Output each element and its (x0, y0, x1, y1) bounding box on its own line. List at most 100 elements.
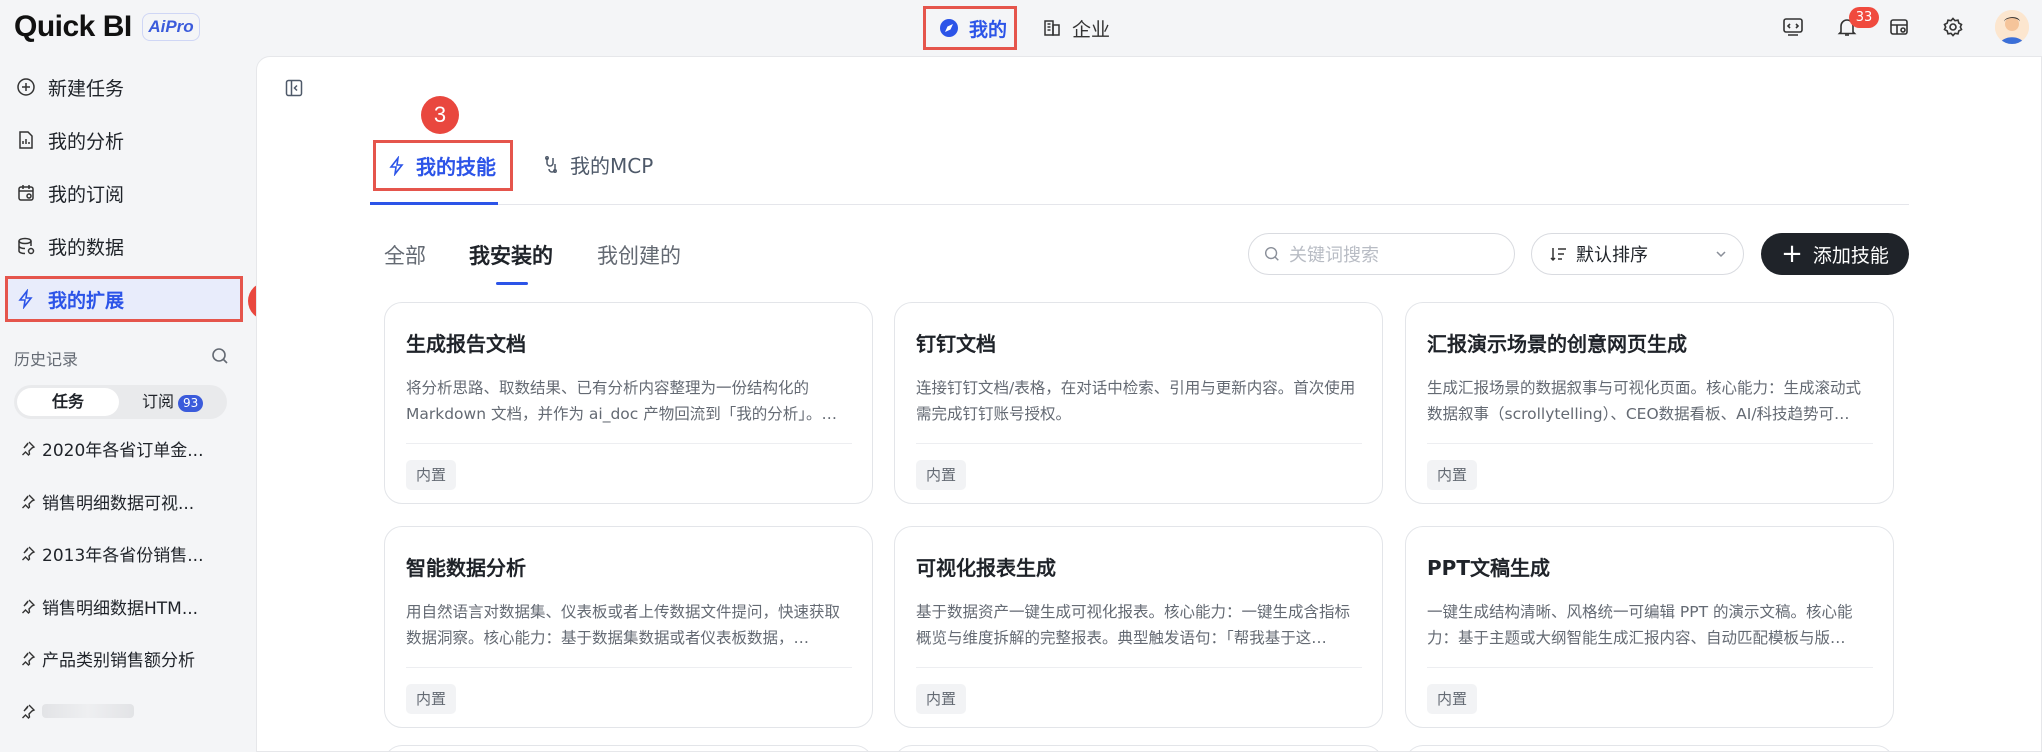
history-item-label: 产品类别销售额分析 (42, 650, 195, 671)
dashboard-settings-icon[interactable] (1885, 13, 1913, 41)
top-bar: Quick BI AiPro 我的 企业 33 (0, 0, 2042, 56)
card-divider (916, 443, 1362, 444)
sidebar-item-label: 我的扩展 (48, 289, 125, 312)
skill-card[interactable]: 生成报告文档 将分析思路、取数结果、已有分析内容整理为一份结构化的 Markdo… (384, 302, 873, 504)
compass-icon (940, 19, 958, 37)
history-title: 历史记录 (14, 350, 79, 369)
lightning-icon (389, 155, 404, 176)
sidebar-item-new-task[interactable]: 新建任务 (10, 65, 242, 109)
add-skill-button[interactable]: + 添加技能 (1761, 233, 1909, 275)
lightning-icon (18, 289, 33, 309)
skill-card[interactable]: 可视化报表生成 基于数据资产一键生成可视化报表。核心能力：一键生成含指标概览与维… (894, 526, 1383, 728)
pin-icon (22, 441, 36, 456)
builtin-tag: 内置 (916, 460, 967, 490)
card-divider (406, 667, 852, 668)
history-item-label: 2020年各省订单金... (42, 440, 204, 461)
tab-my-mcp[interactable]: 我的MCP (542, 150, 653, 179)
sidebar-item-my-data[interactable]: 我的数据 (10, 224, 242, 268)
card-divider (1427, 667, 1873, 668)
skill-card-title: 钉钉文档 (916, 332, 996, 356)
skill-card-description: 基于数据资产一键生成可视化报表。核心能力：一键生成含指标概览与维度拆解的完整报表… (916, 603, 1351, 647)
add-skill-label: 添加技能 (1812, 244, 1889, 267)
skill-card-description: 连接钉钉文档/表格，在对话中检索、引用与更新内容。首次使用需完成钉钉账号授权。 (916, 379, 1356, 423)
pin-icon (22, 651, 36, 666)
skill-card-description: 将分析思路、取数结果、已有分析内容整理为一份结构化的 Markdown 文档，并… (406, 379, 837, 423)
skill-card[interactable]: PPT文稿生成 一键生成结构清晰、风格统一可编辑 PPT 的演示文稿。核心能力：… (1405, 526, 1894, 728)
search-icon[interactable] (210, 346, 230, 366)
sort-list-icon (1550, 248, 1566, 262)
pin-icon (22, 546, 36, 561)
plus-circle-icon (17, 78, 35, 96)
search-icon (1264, 246, 1279, 261)
skill-card-partial[interactable] (1405, 745, 1894, 752)
skill-card[interactable]: 智能数据分析 用自然语言对数据集、仪表板或者上传数据文件提问，快速获取数据洞察。… (384, 526, 873, 728)
builtin-tag: 内置 (406, 684, 457, 714)
skill-card-title: 可视化报表生成 (916, 556, 1056, 580)
sidebar: 新建任务 我的分析 我的订阅 我的数据 我的扩展 历史记录 任务 订阅 93 20… (0, 56, 256, 752)
pin-icon (22, 599, 36, 614)
skill-card[interactable]: 汇报演示场景的创意网页生成 生成汇报场景的数据叙事与可视化页面。核心能力：生成滚… (1405, 302, 1894, 504)
tab-my-skills-label: 我的技能 (416, 155, 496, 179)
sidebar-item-my-extensions[interactable]: 我的扩展 (5, 276, 243, 322)
chevron-down-icon (1716, 251, 1726, 258)
subtab-all[interactable]: 全部 (384, 240, 426, 270)
sidebar-item-label: 我的订阅 (48, 183, 125, 206)
pin-icon (22, 494, 36, 509)
pin-icon (22, 704, 36, 719)
segment-subscriptions-label: 订阅 (142, 392, 175, 411)
segment-subscriptions[interactable]: 订阅 93 (142, 388, 204, 416)
plus-icon: + (1781, 239, 1803, 269)
skill-card-partial[interactable] (384, 745, 873, 752)
segment-tasks[interactable]: 任务 (17, 388, 119, 416)
subscriptions-count-badge: 93 (178, 395, 204, 412)
skill-card-description: 一键生成结构清晰、风格统一可编辑 PPT 的演示文稿。核心能力：基于主题或大纲智… (1427, 603, 1853, 647)
tab-my-skills[interactable]: 我的技能 (373, 140, 513, 191)
skill-card-description: 生成汇报场景的数据叙事与可视化页面。核心能力：生成滚动式数据叙事（scrolly… (1427, 379, 1862, 423)
history-item[interactable]: 2013年各省份销售... (20, 538, 220, 568)
sidebar-item-my-subscriptions[interactable]: 我的订阅 (10, 171, 242, 215)
skill-card-partial[interactable] (894, 745, 1383, 752)
history-item-redacted[interactable] (20, 696, 220, 726)
top-tab-my[interactable]: 我的 (923, 6, 1017, 50)
notification-badge: 33 (1849, 7, 1879, 28)
search-placeholder: 关键词搜索 (1289, 245, 1379, 266)
history-segmented-control: 任务 订阅 93 (14, 385, 227, 419)
top-tab-enterprise[interactable]: 企业 (1042, 6, 1110, 50)
building-icon (1044, 20, 1060, 36)
history-item[interactable]: 销售明细数据HTM... (20, 591, 220, 621)
subtab-indicator (496, 282, 528, 285)
subtab-created[interactable]: 我创建的 (597, 240, 681, 270)
skill-card-title: 汇报演示场景的创意网页生成 (1427, 332, 1687, 356)
document-chart-icon (19, 131, 33, 149)
history-item[interactable]: 产品类别销售额分析 (20, 643, 220, 673)
builtin-tag: 内置 (1427, 460, 1478, 490)
history-item-label: 销售明细数据可视... (42, 493, 195, 514)
card-divider (1427, 443, 1873, 444)
skill-card[interactable]: 钉钉文档 连接钉钉文档/表格，在对话中检索、引用与更新内容。首次使用需完成钉钉账… (894, 302, 1383, 504)
sidebar-collapse-icon[interactable] (284, 78, 304, 98)
top-tab-my-label: 我的 (969, 18, 1008, 41)
app-logo[interactable]: Quick BI (14, 10, 132, 44)
sidebar-item-label: 我的数据 (48, 236, 125, 259)
sort-dropdown[interactable]: 默认排序 (1531, 233, 1744, 275)
skill-card-title: 智能数据分析 (406, 556, 526, 580)
keyword-search-input[interactable]: 关键词搜索 (1248, 233, 1515, 275)
avatar[interactable] (1995, 10, 2029, 44)
sidebar-item-label: 新建任务 (48, 77, 125, 100)
database-icon (18, 237, 35, 255)
skill-card-title: PPT文稿生成 (1427, 556, 1550, 580)
code-window-icon[interactable] (1779, 13, 1807, 41)
sort-label: 默认排序 (1576, 245, 1648, 266)
gear-icon[interactable] (1939, 13, 1967, 41)
history-item[interactable]: 2020年各省订单金... (20, 433, 220, 463)
plug-icon (545, 155, 557, 173)
card-divider (916, 667, 1362, 668)
builtin-tag: 内置 (1427, 684, 1478, 714)
subtab-installed[interactable]: 我安装的 (469, 240, 553, 270)
sidebar-item-label: 我的分析 (48, 130, 125, 153)
history-item[interactable]: 销售明细数据可视... (20, 486, 220, 516)
history-item-label: 销售明细数据HTM... (42, 598, 199, 619)
top-tab-enterprise-label: 企业 (1072, 18, 1111, 41)
sidebar-item-my-analysis[interactable]: 我的分析 (10, 118, 242, 162)
aipro-badge: AiPro (142, 13, 200, 41)
